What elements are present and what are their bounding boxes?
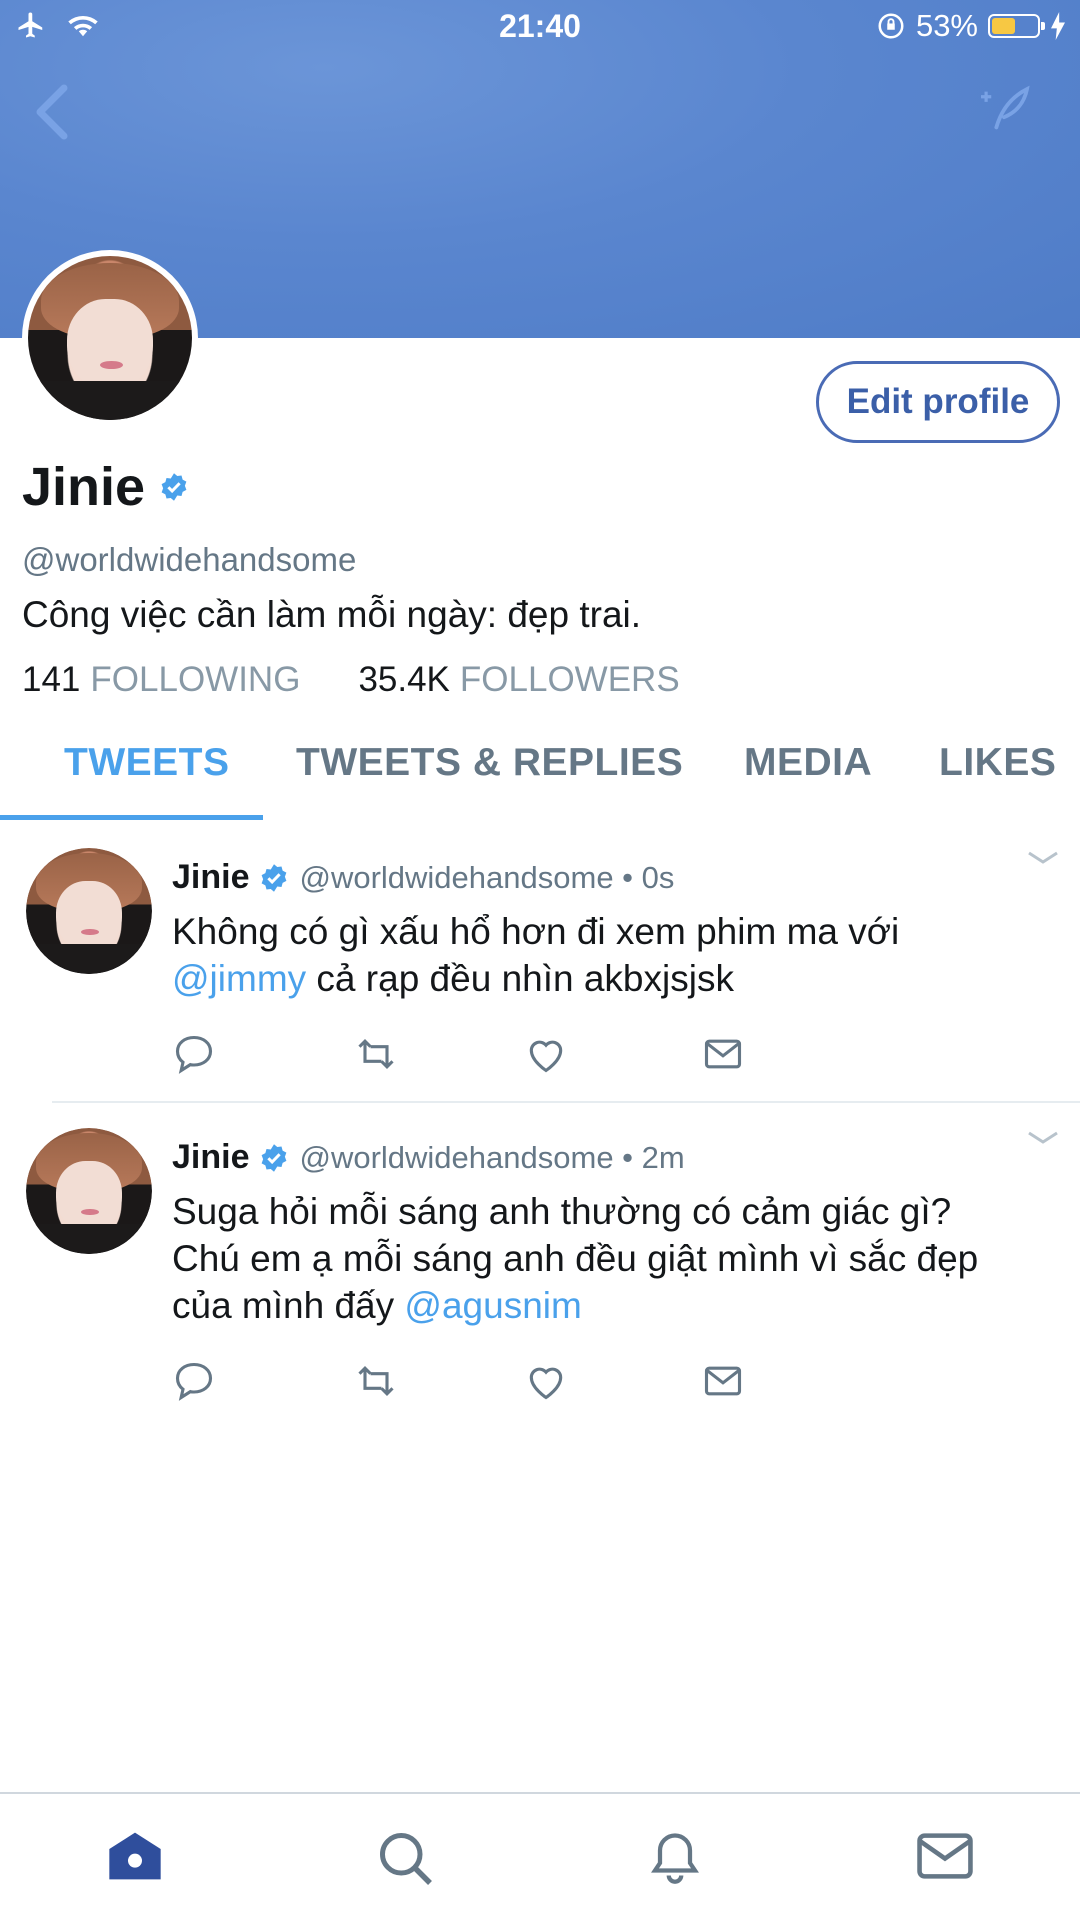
retweet-icon[interactable]: [352, 1032, 400, 1076]
tweet-line-text: của mình đấy: [172, 1285, 405, 1326]
verified-badge-icon: [262, 863, 287, 892]
tweet-author-name: Jinie: [172, 858, 250, 896]
profile-name-text: Jinie: [22, 457, 146, 517]
back-arrow-icon[interactable]: [28, 82, 76, 142]
rotation-lock-icon: [878, 13, 904, 39]
edit-profile-button[interactable]: Edit profile: [816, 361, 1060, 443]
tweet-header: Jinie @worldwidehandsome • 0s: [172, 858, 674, 897]
tweet-avatar[interactable]: [26, 848, 152, 974]
tab-tweets-replies[interactable]: TWEETS & REPLIES: [296, 741, 683, 785]
search-icon[interactable]: [374, 1828, 436, 1888]
like-icon[interactable]: [524, 1032, 568, 1076]
tweet-line: của mình đấy @agusnim: [172, 1282, 1052, 1329]
compose-icon[interactable]: [978, 84, 1030, 130]
tweet-meta: @worldwidehandsome • 0s: [299, 859, 675, 895]
tab-likes[interactable]: LIKES: [939, 741, 1056, 785]
profile-tabs: TWEETS TWEETS & REPLIES MEDIA LIKES: [0, 735, 1080, 821]
followers-count: 35.4K: [358, 660, 450, 699]
tweet-line-rest: cả rạp đều nhìn akbxjsjsk: [306, 958, 734, 999]
tweet-text: Suga hỏi mỗi sáng anh thường có cảm giác…: [172, 1188, 1052, 1329]
battery-icon: [988, 14, 1045, 38]
followers-label: FOLLOWERS: [459, 660, 680, 699]
home-icon[interactable]: [104, 1828, 166, 1884]
following-count: 141: [22, 660, 81, 699]
tweet-header: Jinie @worldwidehandsome • 2m: [172, 1138, 685, 1177]
profile-name: Jinie: [22, 456, 189, 518]
profile-bio: Công việc cần làm mỗi ngày: đẹp trai.: [22, 594, 642, 635]
tweet-text: Không có gì xấu hổ hơn đi xem phim ma vớ…: [172, 908, 1052, 1002]
tweet-author-name: Jinie: [172, 1138, 250, 1176]
tweet[interactable]: Jinie @worldwidehandsome • 0s Không có g…: [0, 822, 1080, 1102]
battery-percent: 53%: [915, 8, 978, 43]
tweet[interactable]: Jinie @worldwidehandsome • 2m Suga hỏi m…: [0, 1104, 1080, 1424]
followers-stat[interactable]: 35.4K FOLLOWERS: [358, 660, 679, 700]
tab-tweets[interactable]: TWEETS: [64, 741, 230, 785]
verified-badge-icon: [262, 1143, 287, 1172]
messages-icon[interactable]: [914, 1828, 976, 1884]
active-tab-indicator: [0, 815, 263, 820]
reply-icon[interactable]: [172, 1359, 216, 1403]
profile-handle: @worldwidehandsome: [22, 541, 357, 578]
tweet-line: Không có gì xấu hổ hơn đi xem phim ma vớ…: [172, 911, 900, 952]
reply-icon[interactable]: [172, 1032, 216, 1076]
following-stat[interactable]: 141 FOLLOWING: [22, 660, 300, 700]
message-icon[interactable]: [700, 1359, 746, 1403]
mention-link[interactable]: @agusnim: [404, 1285, 581, 1326]
tweet-line: Suga hỏi mỗi sáng anh thường có cảm giác…: [172, 1191, 952, 1232]
tweet-meta: @worldwidehandsome • 2m: [299, 1139, 685, 1175]
tweet-line: @jimmy cả rạp đều nhìn akbxjsjsk: [172, 955, 1052, 1002]
message-icon[interactable]: [700, 1032, 746, 1076]
verified-badge-icon: [161, 473, 187, 501]
mention-link[interactable]: @jimmy: [172, 958, 306, 999]
chevron-down-icon[interactable]: [1026, 848, 1060, 868]
chevron-down-icon[interactable]: [1026, 1128, 1060, 1148]
tweet-actions: [172, 1359, 772, 1409]
tweet-line: Chú em ạ mỗi sáng anh đều giật mình vì s…: [172, 1238, 979, 1279]
notifications-icon[interactable]: [644, 1828, 706, 1888]
profile-stats: 141 FOLLOWING 35.4K FOLLOWERS: [22, 660, 738, 700]
profile-avatar[interactable]: [22, 250, 198, 426]
charging-icon: [1051, 12, 1065, 40]
bottom-navigation: [0, 1792, 1080, 1922]
tweet-actions: [172, 1032, 772, 1082]
retweet-icon[interactable]: [352, 1359, 400, 1403]
tab-media[interactable]: MEDIA: [744, 741, 872, 785]
following-label: FOLLOWING: [90, 660, 301, 699]
tweet-divider: [52, 1101, 1080, 1103]
status-bar: 21:40 53%: [0, 0, 1080, 54]
tweet-avatar[interactable]: [26, 1128, 152, 1254]
like-icon[interactable]: [524, 1359, 568, 1403]
